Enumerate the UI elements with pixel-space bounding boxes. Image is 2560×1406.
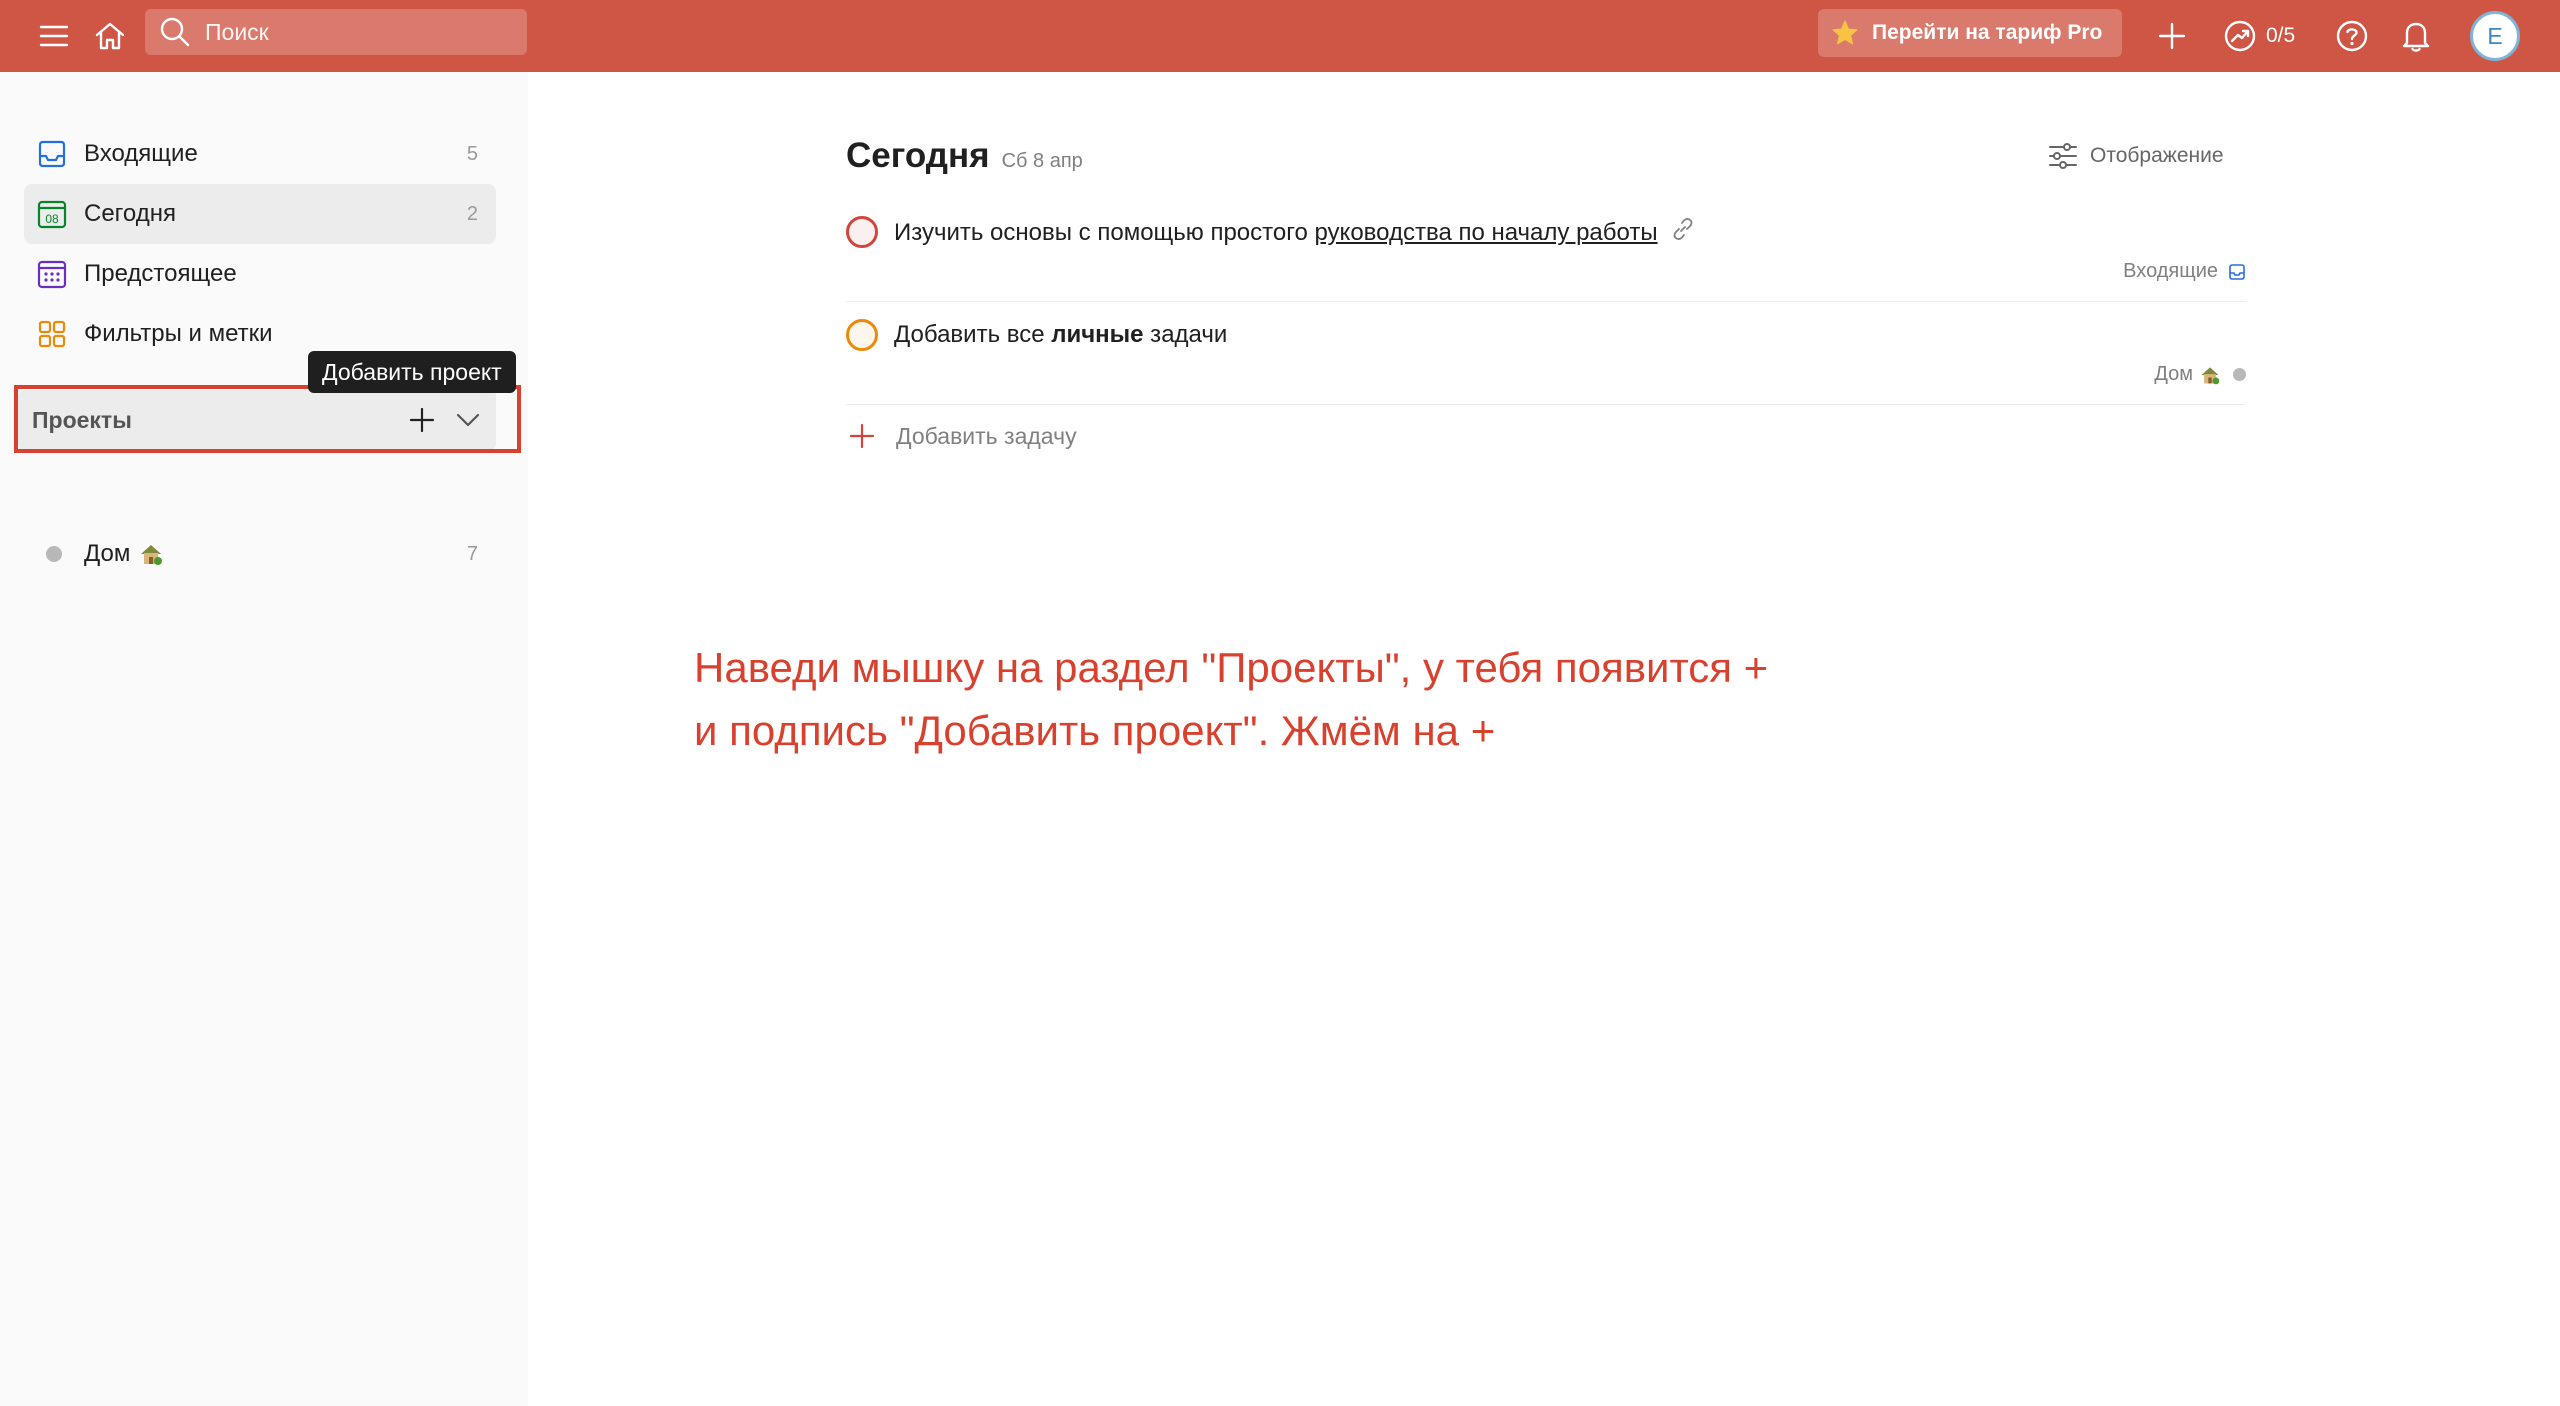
task-content: Добавить все личные задачи: [894, 319, 1227, 351]
task-text: Изучить основы с помощью простого: [894, 218, 1315, 246]
getting-started-link[interactable]: руководства по началу работы: [1314, 219, 1657, 246]
filters-grid-icon: [34, 316, 70, 352]
task-text-bold: личные: [1051, 321, 1144, 348]
upgrade-pro-button[interactable]: Перейти на тариф Pro: [1818, 9, 2122, 57]
trend-up-icon: [2220, 16, 2260, 56]
task-project-label: Входящие: [2123, 260, 2218, 282]
karma-value: 0/5: [2266, 24, 2296, 47]
sidebar-project-home[interactable]: Дом 7: [24, 524, 496, 584]
add-project-plus-icon[interactable]: [402, 400, 442, 440]
task-text: задачи: [1143, 321, 1228, 348]
annotation-line-2: и подпись "Добавить проект". Жмём на +: [694, 707, 1496, 754]
project-color-dot: [46, 546, 62, 562]
task-content: Изучить основы с помощью простого руково…: [894, 216, 1696, 251]
project-label: Дом: [84, 540, 131, 567]
add-task-label: Добавить задачу: [896, 422, 1077, 449]
calendar-today-icon: 08: [34, 196, 70, 232]
add-task-button[interactable]: Добавить задачу: [846, 416, 1077, 456]
sidebar-item-inbox[interactable]: Входящие 5: [24, 124, 496, 184]
view-options-button[interactable]: Отображение: [2046, 136, 2224, 176]
instruction-annotation: Наведи мышку на раздел "Проекты", у тебя…: [694, 636, 1994, 762]
svg-text:08: 08: [45, 212, 59, 226]
page-date: Сб 8 апр: [1001, 150, 1083, 172]
sidebar-item-label: Сегодня: [84, 200, 176, 227]
home-icon[interactable]: [88, 14, 132, 58]
sidebar-item-label: Предстоящее: [84, 260, 237, 287]
add-project-tooltip: Добавить проект: [308, 351, 516, 393]
project-color-dot: [2233, 368, 2246, 381]
productivity-karma[interactable]: 0/5: [2220, 14, 2295, 58]
project-count: 7: [466, 542, 478, 565]
sidebar-item-count: 5: [466, 142, 478, 165]
sidebar: Входящие 5 08 Сегодня 2 Предстоящее Филь…: [0, 72, 528, 1406]
house-emoji-icon: [2199, 364, 2221, 386]
inbox-icon: [2228, 263, 2246, 281]
sidebar-item-label: Фильтры и метки: [84, 320, 273, 347]
page-header: Сегодня Сб 8 апр: [846, 136, 1083, 176]
sidebar-item-count: 2: [466, 202, 478, 225]
calendar-upcoming-icon: [34, 256, 70, 292]
task-project-tag[interactable]: Входящие: [2123, 260, 2246, 283]
inbox-icon: [34, 136, 70, 172]
help-icon[interactable]: [2330, 14, 2374, 58]
tooltip-text: Добавить проект: [322, 358, 502, 385]
projects-section-header[interactable]: Проекты: [18, 390, 496, 450]
view-options-label: Отображение: [2090, 144, 2224, 167]
sidebar-item-today[interactable]: 08 Сегодня 2: [24, 184, 496, 244]
sliders-icon: [2046, 139, 2080, 173]
notifications-bell-icon[interactable]: [2394, 14, 2438, 58]
star-icon: [1830, 18, 1860, 48]
house-emoji-icon: [138, 541, 164, 567]
link-icon: [1670, 216, 1696, 251]
menu-icon[interactable]: [32, 14, 76, 58]
page-title: Сегодня: [846, 136, 990, 175]
upgrade-pro-label: Перейти на тариф Pro: [1872, 21, 2103, 44]
task-project-label: Дом: [2154, 363, 2193, 385]
sidebar-item-upcoming[interactable]: Предстоящее: [24, 244, 496, 304]
sidebar-item-label: Входящие: [84, 140, 198, 167]
search-icon: [157, 14, 193, 50]
search-box[interactable]: [145, 9, 527, 55]
chevron-down-icon[interactable]: [448, 400, 488, 440]
annotation-line-1: Наведи мышку на раздел "Проекты", у тебя…: [694, 644, 1769, 691]
task-item[interactable]: Изучить основы с помощью простого руково…: [846, 216, 2246, 302]
plus-icon: [846, 420, 878, 452]
task-complete-checkbox[interactable]: [846, 216, 878, 248]
quick-add-icon[interactable]: [2150, 14, 2194, 58]
projects-section-label: Проекты: [32, 406, 132, 433]
avatar[interactable]: E: [2470, 11, 2520, 61]
task-text: Добавить все: [894, 321, 1052, 348]
task-project-tag[interactable]: Дом: [2154, 363, 2246, 386]
task-complete-checkbox[interactable]: [846, 319, 878, 351]
avatar-letter: E: [2487, 22, 2503, 49]
task-item[interactable]: Добавить все личные задачи Дом: [846, 319, 2246, 405]
search-input[interactable]: [203, 17, 503, 47]
top-bar: Перейти на тариф Pro 0/5 E: [0, 0, 2560, 72]
